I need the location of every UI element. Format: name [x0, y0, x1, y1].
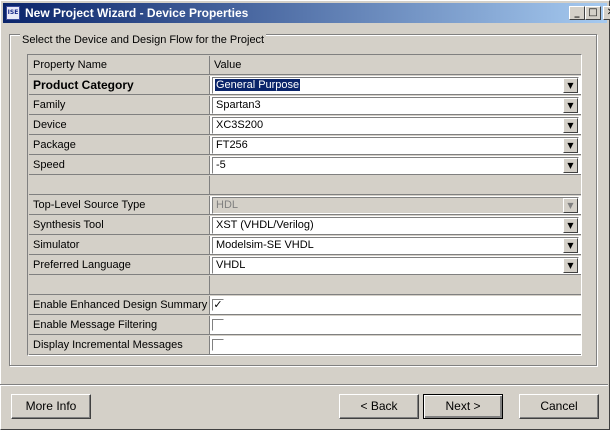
- value-dropdown[interactable]: Modelsim-SE VHDL ▼: [212, 237, 579, 254]
- value-dropdown[interactable]: FT256 ▼: [212, 137, 579, 154]
- property-name: [29, 176, 210, 195]
- property-row: Preferred Language VHDL ▼: [29, 256, 581, 276]
- property-name: Display Incremental Messages: [29, 336, 210, 355]
- property-row: Device XC3S200 ▼: [29, 116, 581, 136]
- dropdown-value: Spartan3: [216, 99, 261, 111]
- property-value: General Purpose ▼: [210, 76, 581, 95]
- property-row: Package FT256 ▼: [29, 136, 581, 156]
- chevron-down-icon: ▼: [563, 198, 578, 213]
- property-value: [210, 276, 581, 295]
- footer-separator: [0, 384, 608, 386]
- close-button[interactable]: ✕: [603, 6, 610, 20]
- property-value: XC3S200 ▼: [210, 116, 581, 135]
- property-row: Enable Message Filtering: [29, 316, 581, 336]
- property-row: Simulator Modelsim-SE VHDL ▼: [29, 236, 581, 256]
- property-value: [210, 336, 581, 355]
- property-name: Family: [29, 96, 210, 115]
- ise-app-icon: ISE: [6, 6, 20, 20]
- property-name: Preferred Language: [29, 256, 210, 275]
- dropdown-value: FT256: [216, 139, 248, 151]
- property-name: Enable Message Filtering: [29, 316, 210, 335]
- minimize-button[interactable]: _: [569, 6, 585, 20]
- property-grid: Property Name Value Product Category Gene…: [27, 54, 582, 356]
- chevron-down-icon[interactable]: ▼: [563, 258, 578, 273]
- group-label: Select the Device and Design Flow for th…: [20, 34, 267, 46]
- property-name: Device: [29, 116, 210, 135]
- chevron-down-icon[interactable]: ▼: [563, 118, 578, 133]
- property-value: [210, 176, 581, 195]
- chevron-down-icon[interactable]: ▼: [563, 238, 578, 253]
- value-dropdown[interactable]: XC3S200 ▼: [212, 117, 579, 134]
- grid-header-row: Property Name Value: [29, 56, 581, 76]
- property-value: ✓: [210, 296, 581, 315]
- value-checkbox[interactable]: [212, 339, 224, 351]
- dropdown-value: VHDL: [216, 259, 246, 271]
- title-bar[interactable]: ISE New Project Wizard - Device Properti…: [3, 3, 610, 23]
- property-row: [29, 276, 581, 296]
- property-value: Spartan3 ▼: [210, 96, 581, 115]
- dropdown-value: XC3S200: [216, 119, 264, 131]
- property-name: Enable Enhanced Design Summary: [29, 296, 210, 315]
- dropdown-value: HDL: [216, 199, 239, 211]
- property-row: Enable Enhanced Design Summary ✓: [29, 296, 581, 316]
- property-row: Synthesis Tool XST (VHDL/Verilog) ▼: [29, 216, 581, 236]
- property-value: VHDL ▼: [210, 256, 581, 275]
- cancel-button[interactable]: Cancel: [519, 394, 599, 419]
- value-dropdown[interactable]: Spartan3 ▼: [212, 97, 579, 114]
- chevron-down-icon[interactable]: ▼: [563, 98, 578, 113]
- value-checkbox[interactable]: ✓: [212, 299, 224, 311]
- property-row: Family Spartan3 ▼: [29, 96, 581, 116]
- dropdown-value: General Purpose: [213, 78, 302, 92]
- property-row: Product Category General Purpose ▼: [29, 76, 581, 96]
- property-row: Speed -5 ▼: [29, 156, 581, 176]
- property-row: [29, 176, 581, 196]
- chevron-down-icon[interactable]: ▼: [563, 218, 578, 233]
- value-dropdown[interactable]: -5 ▼: [212, 157, 579, 174]
- chevron-down-icon[interactable]: ▼: [563, 78, 578, 93]
- property-name: Speed: [29, 156, 210, 175]
- property-name: Package: [29, 136, 210, 155]
- dropdown-value: XST (VHDL/Verilog): [216, 219, 314, 231]
- window-title: New Project Wizard - Device Properties: [25, 6, 249, 20]
- value-dropdown[interactable]: XST (VHDL/Verilog) ▼: [212, 217, 579, 234]
- property-name-header: Property Name: [29, 56, 210, 75]
- dropdown-value: Modelsim-SE VHDL: [216, 239, 314, 251]
- dropdown-value: -5: [216, 159, 226, 171]
- value-header: Value: [210, 56, 581, 75]
- maximize-button[interactable]: □: [585, 6, 601, 20]
- property-row: Display Incremental Messages: [29, 336, 581, 356]
- property-name: Synthesis Tool: [29, 216, 210, 235]
- property-name: Product Category: [29, 76, 210, 95]
- property-value: XST (VHDL/Verilog) ▼: [210, 216, 581, 235]
- property-name: Simulator: [29, 236, 210, 255]
- more-info-button[interactable]: More Info: [11, 394, 91, 419]
- value-dropdown[interactable]: VHDL ▼: [212, 257, 579, 274]
- chevron-down-icon[interactable]: ▼: [563, 138, 578, 153]
- value-checkbox[interactable]: [212, 319, 224, 331]
- property-value: [210, 316, 581, 335]
- property-name: Top-Level Source Type: [29, 196, 210, 215]
- value-dropdown[interactable]: General Purpose ▼: [212, 77, 579, 94]
- value-dropdown: HDL ▼: [212, 197, 579, 214]
- property-name: [29, 276, 210, 295]
- property-row: Top-Level Source Type HDL ▼: [29, 196, 581, 216]
- property-value: Modelsim-SE VHDL ▼: [210, 236, 581, 255]
- property-value: HDL ▼: [210, 196, 581, 215]
- chevron-down-icon[interactable]: ▼: [563, 158, 578, 173]
- property-value: FT256 ▼: [210, 136, 581, 155]
- back-button[interactable]: < Back: [339, 394, 419, 419]
- property-value: -5 ▼: [210, 156, 581, 175]
- next-button[interactable]: Next >: [423, 394, 503, 419]
